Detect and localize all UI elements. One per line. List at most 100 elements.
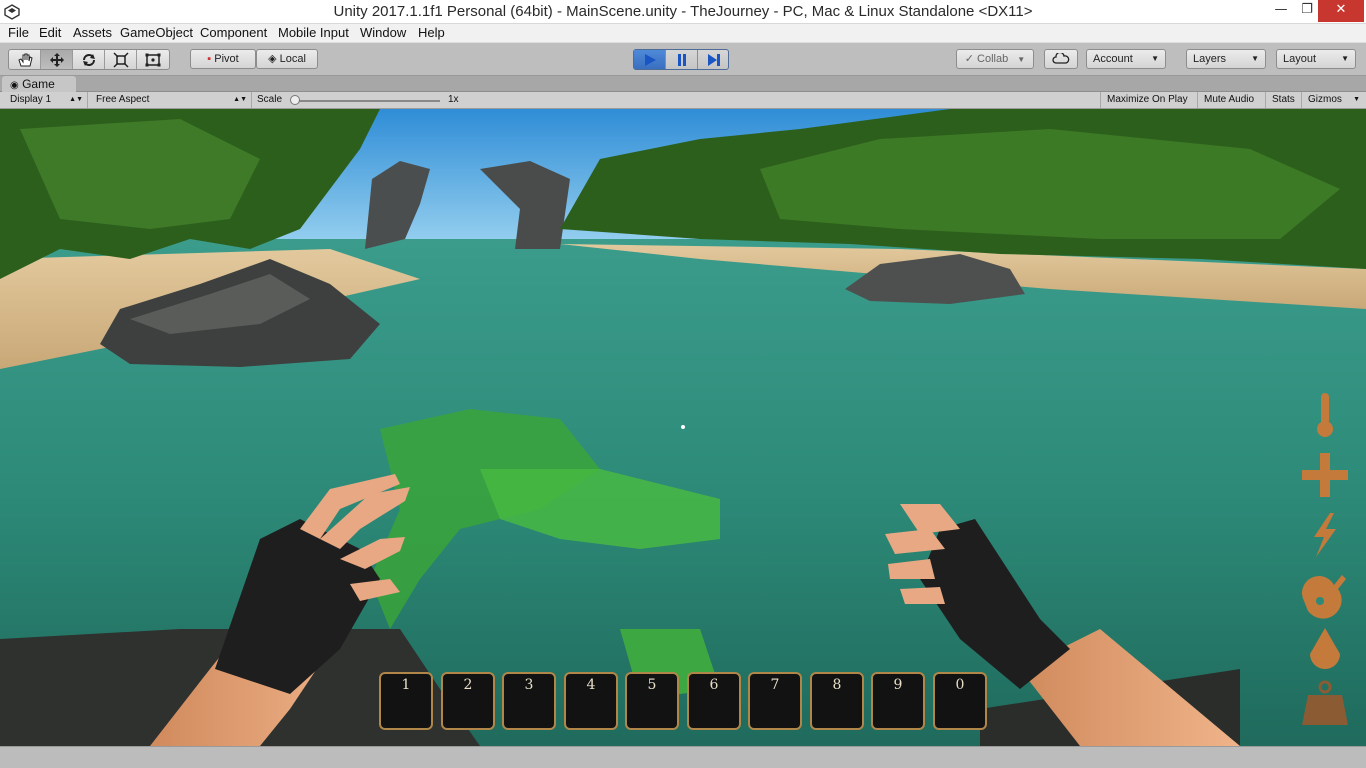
pause-button[interactable] [666,50,698,69]
chevron-updown-icon: ▲▼ [233,96,247,103]
hotbar-slot-4[interactable]: 4 [564,672,618,730]
aspect-label: Free Aspect [96,94,150,105]
stats-toggle[interactable]: Stats [1266,92,1302,108]
check-icon: ✓ [964,53,974,65]
chevron-down-icon: ▼ [1151,54,1159,63]
collab-label: Collab [977,53,1009,65]
slot-number: 2 [463,677,473,693]
menu-component[interactable]: Component [200,25,267,40]
menu-bar: File Edit Assets GameObject Component Mo… [0,24,1366,43]
pivot-label: Pivot [214,53,239,65]
display-label: Display 1 [10,94,52,105]
scale-slider-track[interactable] [294,100,440,102]
scale-tool-icon[interactable] [105,50,137,69]
minimize-button[interactable]: — [1268,0,1294,22]
local-toggle[interactable]: ◈ Local [256,49,318,69]
menu-gameobject[interactable]: GameObject [120,25,193,40]
menu-assets[interactable]: Assets [73,25,112,40]
chevron-down-icon: ▼ [1341,54,1349,63]
slot-number: 9 [893,677,903,693]
gizmos-dropdown[interactable]: Gizmos ▼ [1302,92,1362,108]
energy-icon [1300,511,1350,559]
layers-dropdown[interactable]: Layers ▼ [1186,49,1266,69]
game-view-toolbar: Display 1 ▲▼ Free Aspect ▲▼ Scale 1x Max… [0,92,1366,109]
slot-number: 8 [832,677,842,693]
rect-tool-icon[interactable] [137,50,169,69]
cloud-button[interactable] [1044,49,1078,69]
transform-tools [8,49,170,70]
hotbar-slot-7[interactable]: 7 [748,672,802,730]
crosshair [681,425,685,429]
menu-file[interactable]: File [8,25,29,40]
slot-number: 0 [955,677,965,693]
layers-label: Layers [1193,53,1227,65]
hand-tool-icon[interactable] [9,50,41,69]
mute-audio-label: Mute Audio [1204,94,1255,105]
hotbar-slot-0[interactable]: 0 [933,672,987,730]
close-button[interactable]: ✕ [1318,0,1364,22]
rotate-tool-icon[interactable] [73,50,105,69]
slot-number: 1 [401,677,411,693]
cloud-icon [1052,51,1070,64]
pivot-toggle[interactable]: ▪ Pivot [190,49,256,69]
window-title: Unity 2017.1.1f1 Personal (64bit) - Main… [333,3,1033,20]
hotbar-slot-8[interactable]: 8 [810,672,864,730]
scale-label: Scale [257,94,283,105]
hotbar-slot-1[interactable]: 1 [379,672,433,730]
editor-bottom-strip [0,746,1366,768]
hotbar-slot-5[interactable]: 5 [625,672,679,730]
chevron-updown-icon: ▲▼ [69,96,83,103]
weight-icon [1300,679,1350,727]
maximize-on-play-toggle[interactable]: Maximize On Play [1100,92,1198,108]
stats-label: Stats [1272,94,1295,105]
layout-dropdown[interactable]: Layout ▼ [1276,49,1356,69]
thirst-icon [1300,624,1350,672]
menu-mobile-input[interactable]: Mobile Input [278,25,349,40]
aspect-dropdown[interactable]: Free Aspect ▲▼ [90,92,252,108]
tab-game[interactable]: ◉ Game [2,76,76,92]
menu-help[interactable]: Help [418,25,445,40]
gizmos-label: Gizmos [1308,94,1342,105]
playback-controls [633,49,729,70]
chevron-down-icon: ▼ [1017,55,1026,64]
menu-window[interactable]: Window [360,25,406,40]
local-cube-icon: ◈ [268,53,277,65]
game-viewport[interactable] [0,109,1366,746]
scale-slider-thumb[interactable] [290,95,300,105]
play-button[interactable] [634,50,666,69]
scale-value: 1x [448,94,459,105]
step-button[interactable] [698,50,730,69]
slot-number: 4 [586,677,596,693]
game-tab-icon: ◉ [10,80,19,91]
health-icon [1300,451,1350,499]
collab-button[interactable]: ✓ Collab ▼ [956,49,1034,69]
step-icon [708,54,720,66]
chevron-down-icon: ▼ [1353,96,1360,103]
hotbar-slot-9[interactable]: 9 [871,672,925,730]
hotbar-slot-6[interactable]: 6 [687,672,741,730]
pivot-icon: ▪ [207,53,212,65]
menu-edit[interactable]: Edit [39,25,61,40]
main-toolbar: ▪ Pivot ◈ Local ✓ Collab ▼ Account ▼ Lay… [0,43,1366,76]
slot-number: 6 [709,677,719,693]
layout-label: Layout [1283,53,1317,65]
hotbar-slot-2[interactable]: 2 [441,672,495,730]
game-view-header: ◉ Game [0,76,1366,92]
maximize-button[interactable]: ❐ [1294,0,1320,22]
move-tool-icon[interactable] [41,50,73,69]
local-label: Local [279,53,306,65]
game-tab-label: Game [22,77,55,91]
slot-number: 7 [770,677,780,693]
hunger-icon [1300,571,1350,619]
inventory-hotbar: 1 2 3 4 5 6 7 8 9 0 [379,672,989,730]
pause-icon [677,54,686,66]
right-finger-3 [900,587,945,604]
maximize-on-play-label: Maximize On Play [1107,94,1188,105]
slot-number: 3 [524,677,534,693]
display-dropdown[interactable]: Display 1 ▲▼ [4,92,88,108]
account-dropdown[interactable]: Account ▼ [1086,49,1166,69]
hotbar-slot-3[interactable]: 3 [502,672,556,730]
mute-audio-toggle[interactable]: Mute Audio [1198,92,1266,108]
account-label: Account [1093,53,1133,65]
play-icon [644,54,656,66]
